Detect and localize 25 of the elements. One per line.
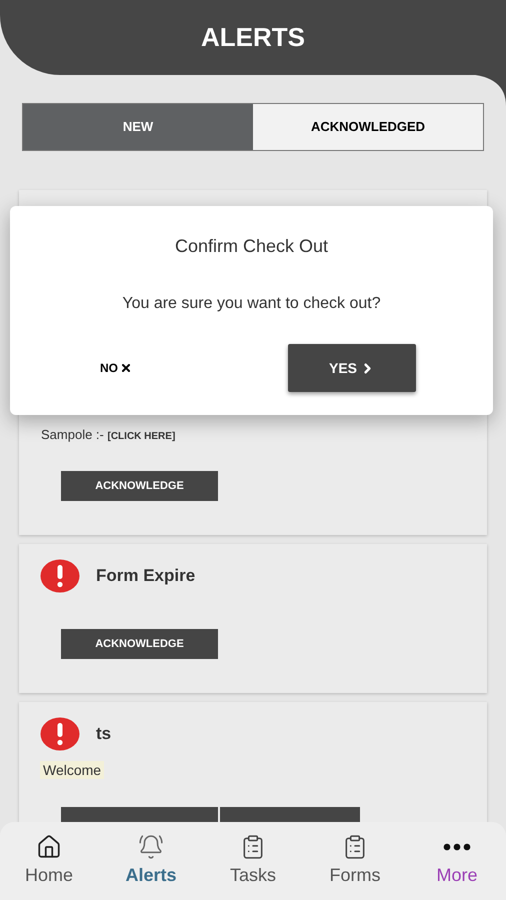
close-icon bbox=[120, 362, 132, 374]
nav-item[interactable]: Forms bbox=[320, 834, 390, 900]
tab[interactable]: ACKNOWLEDGED bbox=[253, 104, 483, 150]
nav-item[interactable]: Tasks bbox=[218, 834, 288, 900]
alert-title: Form Expire bbox=[96, 565, 196, 588]
header-title: ALERTS bbox=[201, 21, 305, 54]
more-icon bbox=[443, 843, 471, 851]
nav-item[interactable]: More bbox=[422, 834, 492, 900]
dialog-message: You are sure you want to check out? bbox=[122, 294, 381, 314]
alert-icon bbox=[40, 559, 80, 593]
nav-item[interactable]: Home bbox=[14, 834, 84, 900]
nav-item[interactable]: Alerts bbox=[116, 834, 186, 900]
alert-message: Sampole :- bbox=[41, 426, 105, 442]
yes-button[interactable]: YES bbox=[288, 344, 416, 392]
alert-message: Welcome bbox=[40, 761, 104, 779]
tab[interactable]: NEW bbox=[23, 104, 253, 150]
bell-icon bbox=[138, 834, 164, 860]
alert-icon bbox=[40, 717, 80, 751]
no-button[interactable]: NO bbox=[90, 355, 142, 381]
acknowledge-button[interactable]: ACKNOWLEDGE bbox=[61, 471, 218, 501]
home-icon bbox=[36, 834, 62, 860]
acknowledge-button[interactable]: ACKNOWLEDGE bbox=[61, 629, 218, 659]
dialog-title: Confirm Check Out bbox=[174, 235, 328, 258]
click-here-link[interactable]: [CLICK HERE] bbox=[108, 430, 176, 442]
alert-title: ts bbox=[96, 723, 112, 746]
